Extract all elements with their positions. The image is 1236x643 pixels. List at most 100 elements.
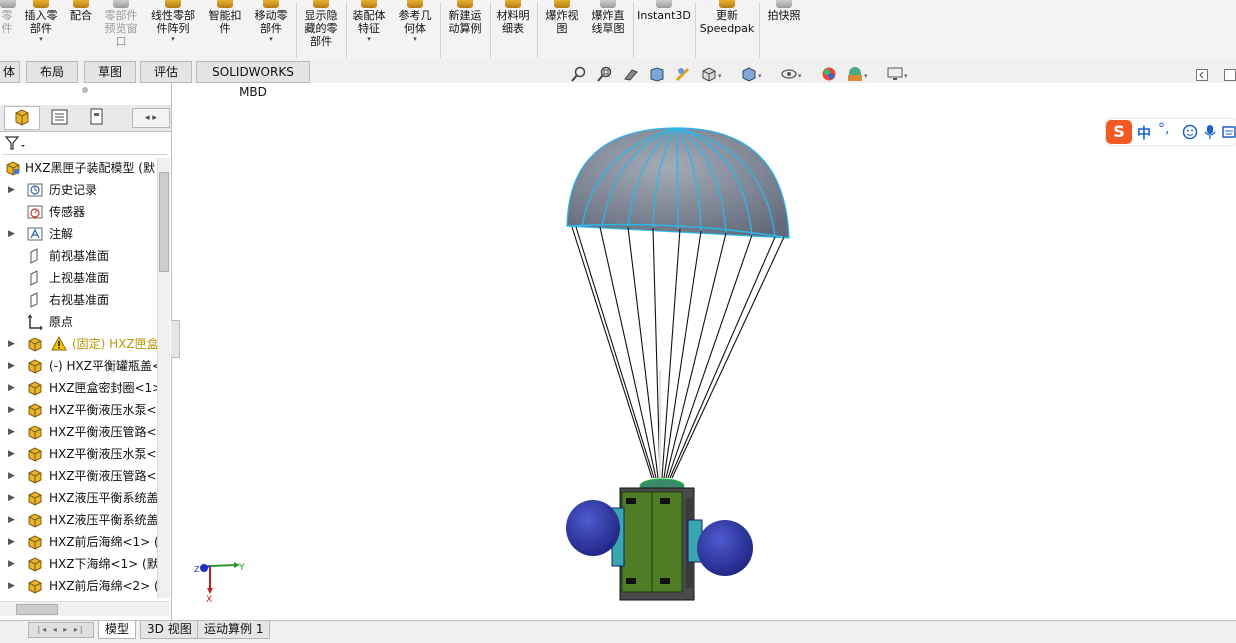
tab-motion-study-1[interactable]: 运动算例 1 (197, 621, 271, 639)
view-settings-icon[interactable] (887, 66, 903, 82)
tab-3d-view[interactable]: 3D 视图 (140, 621, 199, 639)
expand-arrow-icon[interactable]: ▶ (8, 443, 15, 465)
instant3d-button[interactable]: Instant3D (636, 0, 692, 60)
float-ball-right[interactable] (697, 520, 753, 576)
tree-item-right-plane[interactable]: 右视基准面 (0, 289, 158, 311)
microphone-icon[interactable] (1204, 124, 1216, 140)
expand-arrow-icon[interactable]: ▶ (8, 575, 15, 597)
tree-item-component[interactable]: ▶ HXZ平衡液压管路< (0, 421, 158, 443)
tree-item-component[interactable]: ▶ HXZ液压平衡系统盖 (0, 509, 158, 531)
tree-item-annotations[interactable]: ▶ 注解 (0, 223, 158, 245)
expand-arrow-icon[interactable]: ▶ (8, 509, 15, 531)
tree-item-component[interactable]: ▶ HXZ液压平衡系统盖 (0, 487, 158, 509)
panel-tab-scroll-arrows[interactable]: ◂ ▸ (132, 108, 170, 128)
bill-of-materials-button[interactable]: 材料明 细表 (492, 0, 534, 60)
expand-arrow-icon[interactable]: ▶ (8, 377, 15, 399)
tree-filter-bar[interactable] (2, 132, 167, 155)
previous-view-icon[interactable] (623, 66, 639, 82)
propertymanager-tab-icon[interactable] (42, 106, 76, 128)
chevron-down-icon[interactable]: ▾ (348, 35, 390, 44)
insert-component-button[interactable]: 插入零 部件 ▾ (18, 0, 64, 60)
expand-arrow-icon[interactable]: ▶ (8, 399, 15, 421)
assembly-features-button[interactable]: 装配体 特征 ▾ (348, 0, 390, 60)
tree-item-front-plane[interactable]: 前视基准面 (0, 245, 158, 267)
tab-solidworks-mbd[interactable]: SOLIDWORKS MBD (196, 61, 310, 99)
panel-right-icon[interactable] (1224, 69, 1236, 81)
apply-scene-icon[interactable] (847, 66, 863, 82)
chevron-down-icon[interactable]: ▾ (758, 72, 762, 80)
expand-arrow-icon[interactable]: ▶ (8, 421, 15, 443)
show-hidden-components-button[interactable]: 显示隐 藏的零 部件 (298, 0, 344, 60)
expand-arrow-icon[interactable]: ▶ (8, 333, 15, 355)
panel-left-icon[interactable] (1196, 69, 1208, 81)
expand-arrow-icon[interactable]: ▶ (8, 355, 15, 377)
smart-fasteners-button[interactable]: 智能扣 件 (204, 0, 246, 60)
section-view-icon[interactable] (649, 66, 665, 82)
chevron-down-icon[interactable]: ▾ (18, 35, 64, 44)
expand-arrow-icon[interactable]: ▶ (8, 531, 15, 553)
explode-line-sketch-button[interactable]: 爆炸直 线草图 (586, 0, 630, 60)
tab-assembly[interactable]: 体 (0, 61, 20, 83)
scroll-thumb[interactable] (159, 172, 169, 272)
chevron-down-icon[interactable]: ▾ (904, 72, 908, 80)
ime-logo-icon[interactable]: S (1106, 120, 1132, 144)
tree-item-component[interactable]: ▶ HXZ平衡液压管路< (0, 465, 158, 487)
chevron-down-icon[interactable]: ▾ (718, 72, 722, 80)
tree-item-fixed-box[interactable]: ▶ (固定) HXZ匣盒 (0, 333, 158, 355)
tree-item-component[interactable]: ▶ HXZ前后海绵<2> ( (0, 575, 158, 597)
parachute-canopy[interactable] (566, 127, 790, 239)
take-snapshot-button[interactable]: 拍快照 (762, 0, 806, 60)
panel-grip-handle[interactable] (82, 87, 88, 93)
tab-evaluate[interactable]: 评估 (140, 61, 192, 83)
linear-pattern-button[interactable]: 线性零部 件阵列 ▾ (146, 0, 200, 60)
tab-model[interactable]: 模型 (98, 621, 137, 639)
keyboard-icon[interactable] (1222, 125, 1236, 139)
ime-punctuation-toggle[interactable]: °, (1158, 121, 1169, 137)
exploded-view-button[interactable]: 爆炸视 图 (540, 0, 584, 60)
chevron-down-icon[interactable]: ▾ (394, 35, 436, 44)
tree-item-sensors[interactable]: 传感器 (0, 201, 158, 223)
panel-collapse-handle[interactable] (171, 320, 180, 358)
tree-vertical-scrollbar[interactable] (157, 158, 170, 598)
tree-item-component[interactable]: ▶ HXZ匣盒密封圈<1> (0, 377, 158, 399)
tree-item-component[interactable]: ▶ HXZ平衡液压水泵< (0, 399, 158, 421)
update-speedpak-button[interactable]: 更新 Speedpak (698, 0, 756, 60)
tree-item-top-plane[interactable]: 上视基准面 (0, 267, 158, 289)
expand-arrow-icon[interactable]: ▶ (8, 553, 15, 575)
hide-show-items-icon[interactable] (781, 66, 797, 82)
tab-sketch[interactable]: 草图 (84, 61, 136, 83)
configurationmanager-tab-icon[interactable] (80, 106, 114, 128)
featuremanager-tab-icon[interactable] (4, 106, 40, 130)
part-button[interactable]: 零 件 (0, 0, 16, 60)
tree-item-component[interactable]: ▶ HXZ平衡液压水泵< (0, 443, 158, 465)
component-preview-button[interactable]: 零部件 预览窗 口 (98, 0, 144, 60)
tree-item-component[interactable]: ▶ HXZ下海绵<1> (默 (0, 553, 158, 575)
mate-button[interactable]: 配合 (66, 0, 96, 60)
zoom-area-icon[interactable] (597, 66, 613, 82)
chevron-down-icon[interactable]: ▾ (798, 72, 802, 80)
scroll-thumb[interactable] (16, 604, 58, 615)
expand-arrow-icon[interactable]: ▶ (8, 223, 15, 245)
view-orientation-icon[interactable] (701, 66, 717, 82)
chevron-down-icon[interactable]: ▾ (146, 35, 200, 44)
emoji-icon[interactable] (1182, 124, 1198, 140)
chevron-down-icon[interactable]: ▾ (864, 72, 868, 80)
expand-arrow-icon[interactable]: ▶ (8, 465, 15, 487)
chevron-down-icon[interactable]: ▾ (248, 35, 294, 44)
tree-item-component[interactable]: ▶ HXZ前后海绵<1> ( (0, 531, 158, 553)
tree-item-component[interactable]: ▶ (-) HXZ平衡罐瓶盖< (0, 355, 158, 377)
edit-appearance-icon[interactable] (821, 66, 837, 82)
dynamic-annotation-icon[interactable] (675, 66, 691, 82)
tab-navigation-arrows[interactable]: |◂ ◂ ▸ ▸| (28, 622, 94, 638)
filter-icon[interactable] (5, 135, 27, 151)
tree-item-assembly-root[interactable]: HXZ黑匣子装配模型 (默 (0, 157, 158, 179)
tab-layout[interactable]: 布局 (26, 61, 78, 83)
expand-arrow-icon[interactable]: ▶ (8, 179, 15, 201)
tree-item-history[interactable]: ▶ 历史记录 (0, 179, 158, 201)
float-ball-left[interactable] (566, 500, 620, 556)
black-box-assembly[interactable] (611, 478, 703, 601)
tree-horizontal-scrollbar[interactable] (0, 601, 169, 616)
display-style-icon[interactable] (741, 66, 757, 82)
ime-language-toggle[interactable]: 中 (1137, 123, 1151, 143)
tree-item-origin[interactable]: 原点 (0, 311, 158, 333)
